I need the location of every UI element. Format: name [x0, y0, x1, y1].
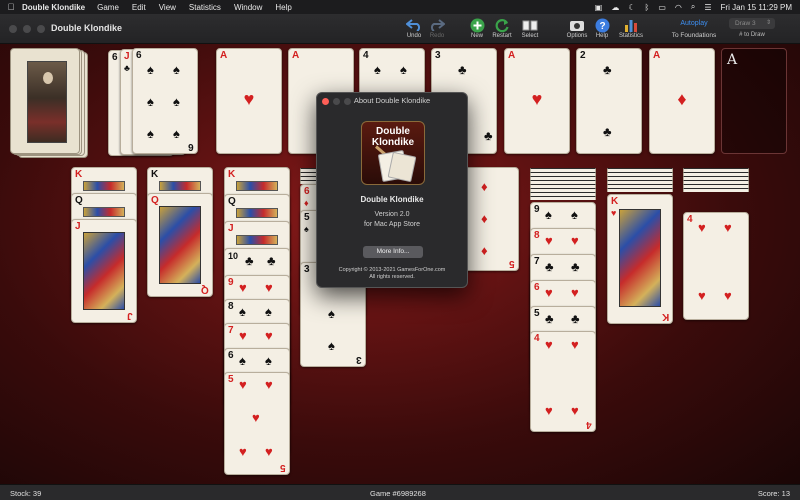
king-face-icon — [159, 181, 201, 191]
bar-chart-icon — [614, 17, 648, 33]
logo-text-line1: Double — [376, 126, 410, 137]
menu-app-name[interactable]: Double Klondike — [22, 3, 85, 12]
wifi-icon[interactable]: ◠ — [675, 3, 682, 12]
menu-game[interactable]: Game — [97, 3, 119, 12]
to-foundations-label: To Foundations — [671, 32, 717, 39]
face-down-card — [607, 188, 673, 192]
score: Score: 13 — [757, 489, 790, 498]
draw-count-label: # to Draw — [739, 32, 765, 38]
moon-icon[interactable]: ☾ — [628, 3, 635, 12]
tableau-card-top[interactable]: K ♥ K — [607, 194, 673, 324]
select-button[interactable]: Select — [513, 17, 547, 39]
minimize-button[interactable] — [23, 25, 31, 33]
redo-button[interactable]: Redo — [420, 17, 454, 39]
stock-card-top — [10, 48, 80, 154]
draw-count-control: Draw 3 # to Draw — [729, 18, 775, 38]
autoplay-button[interactable]: Autoplay To Foundations — [664, 18, 724, 39]
foundation-card[interactable]: 2 ♣ ♣ — [576, 48, 642, 154]
window-title: Double Klondike — [51, 23, 123, 33]
search-icon[interactable]: ⌕ — [691, 2, 695, 12]
menu-help[interactable]: Help — [275, 3, 291, 12]
close-button[interactable] — [9, 25, 17, 33]
redo-icon — [420, 17, 454, 33]
about-app-name: Double Klondike — [360, 195, 424, 204]
dropbox-icon[interactable]: ▣ — [595, 3, 603, 12]
queen-face-icon — [236, 208, 278, 218]
control-center-icon[interactable]: ☰ — [704, 3, 711, 12]
about-copyright: Copyright © 2013-2021 GamesForOne.com — [338, 267, 446, 273]
foundation-empty-slot[interactable]: A — [721, 48, 787, 154]
status-bar: Stock: 39 Game #6989268 Score: 13 — [0, 484, 800, 500]
status-menus: ▣ ☁ ☾ ᛒ ▭ ◠ ⌕ ☰ Fri Jan 15 11:29 PM — [595, 0, 792, 14]
king-face-icon — [83, 181, 125, 191]
tableau-card-top[interactable]: 4 ♥ ♥ ♥ ♥ — [683, 212, 749, 320]
statistics-button[interactable]: Statistics — [614, 17, 648, 39]
tableau-card-top[interactable]: 4 ♥ ♥ ♥ ♥ 4 — [530, 331, 596, 432]
tableau-card-top[interactable]: Q Q — [147, 193, 213, 297]
about-version: Version 2.0 — [374, 211, 410, 218]
queen-face-icon — [83, 207, 125, 217]
bluetooth-icon[interactable]: ᛒ — [645, 3, 650, 12]
menu-bar:  Double Klondike Game Edit View Statist… — [0, 0, 800, 14]
autoplay-label: Autoplay — [680, 20, 708, 27]
draw-count-select[interactable]: Draw 3 — [729, 18, 775, 29]
about-dialog: About Double Klondike Double Klondike Do… — [316, 92, 468, 288]
menu-clock[interactable]: Fri Jan 15 11:29 PM — [721, 3, 792, 12]
select-cards-icon — [513, 17, 547, 33]
tableau-card-top[interactable]: J J — [71, 219, 137, 323]
about-rights: All rights reserved. — [369, 274, 415, 280]
more-info-button[interactable]: More Info... — [363, 246, 423, 258]
face-down-card — [683, 188, 749, 192]
menu-view[interactable]: View — [159, 3, 176, 12]
window-controls — [9, 25, 45, 33]
stock-count: Stock: 39 — [10, 489, 42, 498]
window-toolbar: Double Klondike Undo Redo New Restart Se… — [0, 14, 800, 44]
logo-card-icon — [387, 151, 417, 183]
foundation-card[interactable]: A ♥ — [216, 48, 282, 154]
stock-pile[interactable] — [10, 48, 90, 158]
app-logo: Double Klondike — [361, 121, 425, 185]
jack-face-icon — [83, 232, 125, 310]
menu-edit[interactable]: Edit — [132, 3, 146, 12]
queen-face-icon — [159, 206, 201, 284]
svg-text:?: ? — [599, 21, 605, 32]
menu-window[interactable]: Window — [234, 3, 262, 12]
apple-menu-icon[interactable]:  — [0, 2, 22, 12]
jack-face-icon — [236, 235, 278, 245]
waste-card-top[interactable]: 6 ♠ ♠ ♠ ♠ ♠ ♠ 6 — [132, 48, 198, 154]
foundation-card[interactable]: A ♥ — [504, 48, 570, 154]
logo-text-line2: Klondike — [371, 137, 415, 148]
battery-icon[interactable]: ▭ — [658, 3, 666, 12]
game-number: Game #6989268 — [370, 489, 426, 498]
foundation-card[interactable]: A ♦ — [649, 48, 715, 154]
about-title: About Double Klondike — [353, 96, 431, 105]
face-down-card — [530, 196, 596, 200]
cloud-icon[interactable]: ☁ — [611, 3, 619, 12]
tableau-card-top[interactable]: 5 ♥ ♥ ♥ ♥ ♥ 5 — [224, 372, 290, 475]
card-back-portrait-icon — [27, 61, 67, 143]
menu-statistics[interactable]: Statistics — [189, 3, 221, 12]
king-face-icon — [619, 209, 661, 307]
zoom-button[interactable] — [37, 25, 45, 33]
king-face-icon — [236, 181, 278, 191]
about-store: for Mac App Store — [363, 221, 421, 228]
